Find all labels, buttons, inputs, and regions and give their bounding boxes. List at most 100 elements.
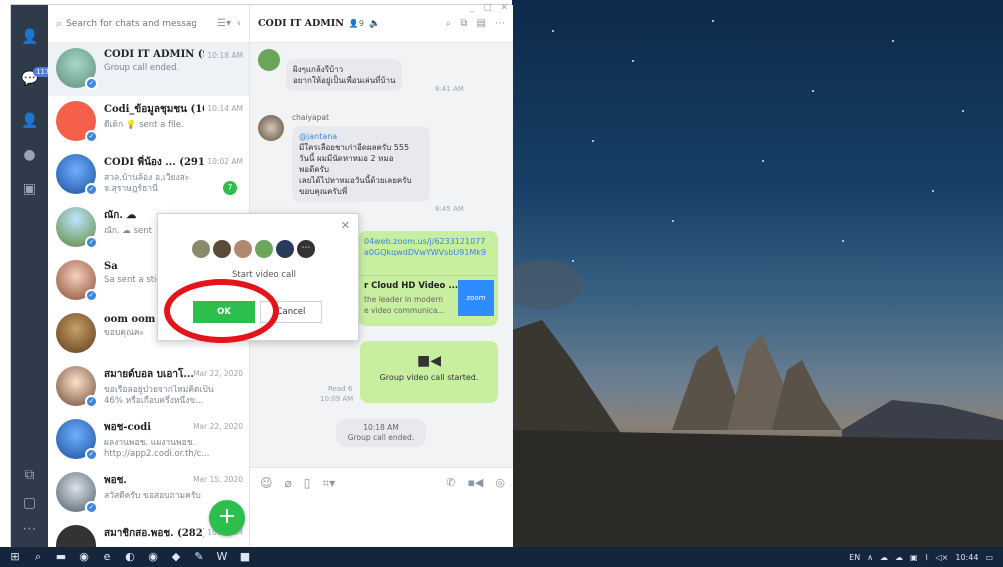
zoom-link[interactable]: a0GQkqwdDVwYWVsbU91Mk9 [364,247,492,258]
app-icon[interactable]: ✎ [192,551,206,563]
file-explorer-icon[interactable]: ▬ [54,551,68,563]
voice-call-icon[interactable]: ✆ [446,476,455,489]
search-bar: ⌕ ☰▾ ‹ [48,5,249,43]
chat-preview: ผลงานพอช. แผงานพอช. http://app2.codi.or.… [104,438,210,459]
notification-icon[interactable]: ▭ [985,553,993,562]
filter-icon[interactable]: ☰▾ [217,18,231,29]
verified-icon: ✓ [85,448,98,461]
chat-avatar: ✓ [56,207,98,249]
window-controls[interactable]: _ ▢ ✕ [470,3,511,13]
timeline-icon[interactable]: ● [21,147,38,164]
message-time: 8:45 AM [435,205,464,213]
live-icon[interactable]: ◎ [495,476,505,489]
start-icon[interactable]: ⊞ [8,551,22,563]
video-call-message[interactable]: ■◀ Group video call started. [360,341,498,403]
chat-preview: ขอเรือลอยู่ป่วยจากไหม่คิดเป็น 46% หรือเก… [104,385,214,406]
member-count[interactable]: 👤9 [349,19,364,28]
chat-avatar: ✓ [56,101,98,143]
store-icon[interactable]: ◆ [169,551,183,563]
chat-name: Codi_ข้อมูลชุมชน (10) [104,104,204,115]
message-sender: chaiyapat [292,113,329,122]
participant-avatar [192,240,210,258]
verified-icon: ✓ [85,183,98,196]
system-text: Group call ended. [347,433,415,442]
search-icon[interactable]: ⌕ [31,551,45,563]
link-message-bubble[interactable]: 04web.zoom.us/j/6233121077 a0GQkqwdDVwYW… [358,231,498,326]
chat-list-item[interactable]: ✓ Codi_ข้อมูลชุมชน (10) 10:14 AM ดีเด็ก … [48,96,249,149]
menu-icon[interactable]: ⋯ [495,18,505,29]
more-participants-icon: ⋯ [297,240,315,258]
friends-icon[interactable]: 👤 [21,29,38,46]
chat-list-item[interactable]: ✓ CODI พี่น้อง ... (291) 10:02 AM สวล.บ้… [48,149,249,202]
message-text: ขอบคุณครับพี่ [299,187,348,196]
more-icon[interactable]: ▣ [21,181,38,198]
chat-name: สมาชิกสอ.พอช. (282) [104,528,204,539]
chat-list-item[interactable]: ✓ พอช-codi Mar 22, 2020 ผลงานพอช. แผงานพ… [48,414,249,467]
zoom-link[interactable]: 04web.zoom.us/j/6233121077 [364,236,492,247]
message-bubble: @jantana มีใครเลือยชาเก่าอีดผลครับ 555 ว… [292,126,430,202]
network-icon[interactable]: ⌇ [925,553,929,562]
dialog-message: Start video call [232,270,296,280]
collapse-icon[interactable]: ‹ [237,18,241,29]
chat-list-item[interactable]: ✓ CODI IT ADMIN (9) 10:18 AM Group call … [48,43,249,96]
video-call-icon[interactable]: ▪◀ [467,476,483,489]
language-indicator[interactable]: EN [849,553,860,562]
cloud-icon[interactable]: ☁ [880,553,888,562]
line-icon[interactable]: ■ [238,551,252,563]
chat-preview: สวล.บ้านล้อง อ.เวียงสะ จ.สุราษฎร์ธานี [104,173,190,194]
search-icon[interactable]: ⌕ [446,18,452,29]
new-chat-button[interactable]: + [209,500,245,536]
attach-icon[interactable]: ⌀ [285,476,292,491]
mute-icon[interactable]: 🔈 [369,19,380,29]
add-friend-icon[interactable]: 👤 [21,113,38,130]
system-message: 10:18 AM Group call ended. [336,419,426,447]
verified-icon: ✓ [85,236,98,249]
close-icon[interactable]: ✕ [341,219,350,232]
chat-list-item[interactable]: ✓ สมายด์บอล บเอาโ... Mar 22, 2020 ขอเรือ… [48,361,249,414]
chat-avatar: ✓ [56,472,98,514]
app-tray-icon[interactable]: ▣ [910,553,918,562]
screenshot-icon[interactable]: ⌗▾ [322,476,335,491]
emoji-icon[interactable]: ☺ [260,476,273,491]
unread-count-badge: 7 [223,181,237,195]
desktop-wallpaper [512,0,1003,547]
clock[interactable]: 10:44 [955,553,978,562]
chrome-icon[interactable]: ◉ [146,551,160,563]
system-tray: EN ∧ ☁ ☁ ▣ ⌇ ◁× 10:44 ▭ [849,553,1003,562]
message-avatar [258,115,284,141]
settings-icon[interactable]: ⋯ [21,521,38,538]
chat-avatar [56,525,96,547]
message-text: อยากให้อยู่เป็นเพื่อนเล่นที่บ้าน [293,76,396,85]
firefox-icon[interactable]: ◐ [123,551,137,563]
message-text: ผิงๆแกล้งรีบ้าว [293,65,344,74]
chevron-up-icon[interactable]: ∧ [867,553,873,562]
bookmark-icon[interactable]: ▢ [21,495,38,512]
windows-taskbar: ⊞ ⌕ ▬ ◉ e ◐ ◉ ◆ ✎ W ■ EN ∧ ☁ ☁ ▣ ⌇ ◁× 10… [0,547,1003,567]
chat-time: Mar 22, 2020 [193,369,243,378]
chat-time: 10:18 AM [207,51,243,60]
keep-icon[interactable]: ⧉ [21,467,38,484]
notes-icon[interactable]: ⧉ [460,18,467,29]
keep-icon[interactable]: ▯ [304,476,311,491]
verified-icon: ✓ [85,395,98,408]
video-call-text: Group video call started. [379,373,479,382]
chat-avatar: ✓ [56,366,98,408]
verified-icon: ✓ [85,130,98,143]
chat-avatar: ✓ [56,154,98,196]
edge-icon[interactable]: e [100,551,114,563]
mountains-graphic [512,260,1003,547]
album-icon[interactable]: ▤ [477,18,486,29]
search-icon: ⌕ [56,16,63,30]
chrome-icon[interactable]: ◉ [77,551,91,563]
volume-icon[interactable]: ◁× [936,553,949,562]
message-bubble: ผิงๆแกล้งรีบ้าว อยากให้อยู่เป็นเพื่อนเล่… [286,59,403,91]
chat-name: พอช. [104,475,127,486]
word-icon[interactable]: W [215,551,229,563]
search-input[interactable] [66,18,197,29]
chat-time: 10:14 AM [207,104,243,113]
cloud-icon[interactable]: ☁ [895,553,903,562]
left-navigation-rail: 👤 💬 117 👤 ● ▣ ⧉ ▢ ⋯ [11,5,53,547]
conversation-title: CODI IT ADMIN [258,18,344,29]
chat-avatar: ✓ [56,419,98,461]
mention-link[interactable]: @jantana [299,131,423,142]
